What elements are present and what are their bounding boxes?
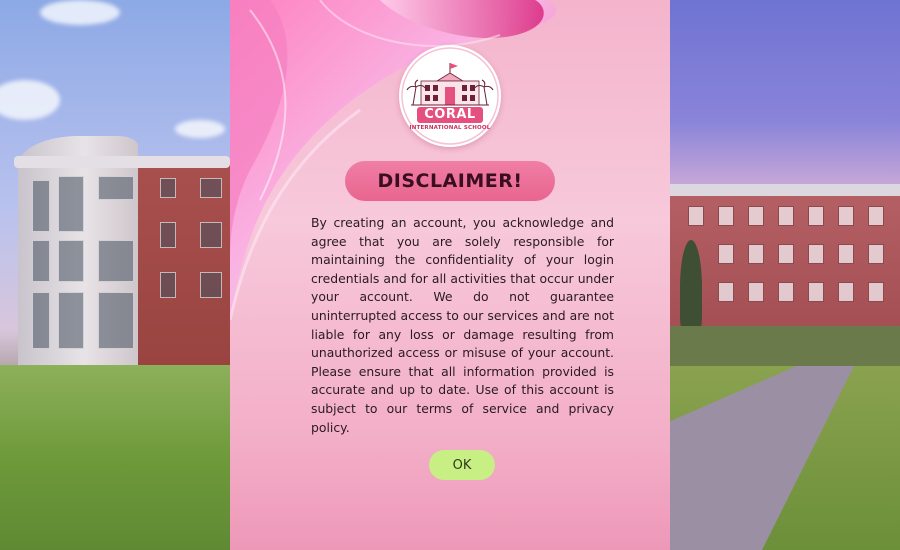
dialog-title: DISCLAIMER! [377,170,523,192]
dialog-title-badge: DISCLAIMER! [345,161,555,201]
background-campus-right [670,0,900,550]
background-campus-left [0,0,230,550]
disclaimer-text: By creating an account, you acknowledge … [311,215,614,435]
ok-button[interactable]: OK [429,450,495,480]
logo-subtitle: INTERNATIONAL SCHOOL [409,125,491,131]
school-logo: CORAL INTERNATIONAL SCHOOL [399,45,501,147]
logo-name: CORAL [424,107,476,122]
disclaimer-dialog: CORAL INTERNATIONAL SCHOOL DISCLAIMER! B… [230,0,670,550]
